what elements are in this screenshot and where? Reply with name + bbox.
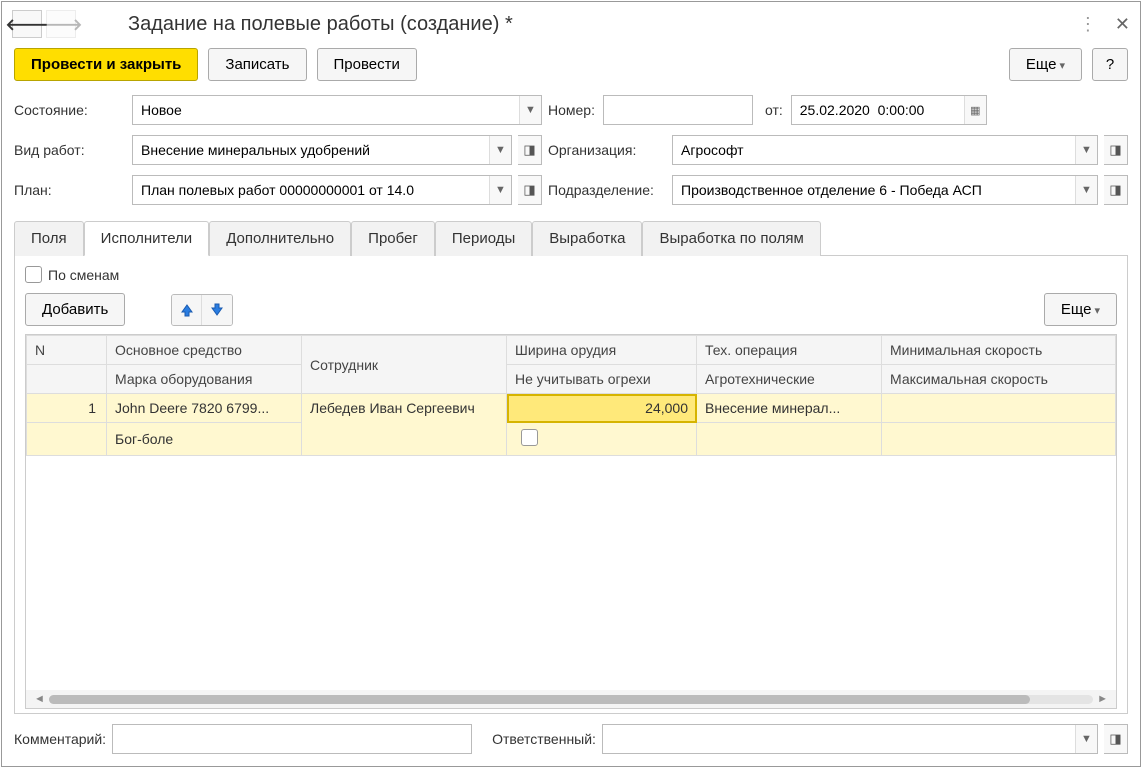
dropdown-icon[interactable]: ▼ (1075, 176, 1097, 204)
col-width[interactable]: Ширина орудия (507, 336, 697, 365)
department-input[interactable] (673, 176, 1075, 204)
horizontal-scrollbar[interactable]: ◄ ► (26, 690, 1116, 708)
cell-asset[interactable]: John Deere 7820 6799... (107, 394, 302, 423)
kebab-icon[interactable]: ⋮ (1079, 14, 1097, 35)
plan-label: План: (14, 182, 126, 198)
department-label: Подразделение: (548, 182, 664, 198)
col-equipment[interactable]: Марка оборудования (107, 365, 302, 394)
dropdown-icon[interactable]: ▼ (1075, 725, 1097, 753)
dropdown-icon[interactable]: ▼ (489, 176, 511, 204)
open-ref-icon[interactable]: ◨ (1104, 135, 1128, 165)
titlebar: 🡐 🡒 Задание на полевые работы (создание)… (2, 2, 1140, 46)
close-icon[interactable]: ✕ (1115, 14, 1130, 35)
dropdown-icon[interactable]: ▼ (519, 96, 541, 124)
tab-mileage[interactable]: Пробег (351, 221, 435, 256)
date-from-label: от: (765, 102, 783, 118)
table-row[interactable]: Бог-боле (27, 423, 1116, 456)
page-title: Задание на полевые работы (создание) * (128, 13, 1079, 36)
cell-agro[interactable] (697, 423, 882, 456)
date-input[interactable] (792, 96, 964, 124)
tab-additional[interactable]: Дополнительно (209, 221, 351, 256)
command-bar: Провести и закрыть Записать Провести Еще… (2, 46, 1140, 89)
tab-output-by-field[interactable]: Выработка по полям (642, 221, 820, 256)
more-button[interactable]: Еще (1009, 48, 1082, 81)
responsible-label: Ответственный: (492, 731, 596, 747)
col-max-speed[interactable]: Максимальная скорость (882, 365, 1116, 394)
by-shifts-label: По сменам (48, 267, 119, 283)
number-label: Номер: (548, 102, 595, 118)
table-more-button[interactable]: Еще (1044, 293, 1117, 326)
work-type-label: Вид работ: (14, 142, 126, 158)
organization-label: Организация: (548, 142, 664, 158)
organization-input[interactable] (673, 136, 1075, 164)
open-ref-icon[interactable]: ◨ (518, 175, 542, 205)
dropdown-icon[interactable]: ▼ (1075, 136, 1097, 164)
col-min-speed[interactable]: Минимальная скорость (882, 336, 1116, 365)
ignore-checkbox[interactable] (521, 429, 538, 446)
work-type-input[interactable] (133, 136, 489, 164)
dropdown-icon[interactable]: ▼ (489, 136, 511, 164)
cell-min-speed[interactable] (882, 394, 1116, 423)
plan-input[interactable] (133, 176, 489, 204)
responsible-input[interactable] (603, 725, 1075, 753)
add-row-button[interactable]: Добавить (25, 293, 125, 326)
executors-table: N Основное средство Сотрудник Ширина ору… (26, 335, 1116, 456)
open-ref-icon[interactable]: ◨ (518, 135, 542, 165)
cell-equipment[interactable]: Бог-боле (107, 423, 302, 456)
tabs: Поля Исполнители Дополнительно Пробег Пе… (14, 221, 1128, 256)
by-shifts-checkbox[interactable] (25, 266, 42, 283)
comment-label: Комментарий: (14, 731, 106, 747)
col-asset[interactable]: Основное средство (107, 336, 302, 365)
tab-fields[interactable]: Поля (14, 221, 84, 256)
comment-input[interactable] (113, 725, 471, 753)
col-operation[interactable]: Тех. операция (697, 336, 882, 365)
col-n[interactable]: N (27, 336, 107, 365)
tab-output[interactable]: Выработка (532, 221, 642, 256)
col-ignore[interactable]: Не учитывать огрехи (507, 365, 697, 394)
save-button[interactable]: Записать (208, 48, 306, 81)
move-down-button[interactable] (202, 295, 232, 325)
table-row[interactable]: 1 John Deere 7820 6799... Лебедев Иван С… (27, 394, 1116, 423)
post-and-close-button[interactable]: Провести и закрыть (14, 48, 198, 81)
state-label: Состояние: (14, 102, 126, 118)
col-employee[interactable]: Сотрудник (302, 336, 507, 394)
scroll-left-icon[interactable]: ◄ (30, 693, 49, 705)
cell-employee[interactable]: Лебедев Иван Сергеевич (302, 394, 507, 456)
open-ref-icon[interactable]: ◨ (1104, 175, 1128, 205)
open-ref-icon[interactable]: ◨ (1104, 724, 1128, 754)
tab-periods[interactable]: Периоды (435, 221, 532, 256)
nav-back-button[interactable]: 🡐 (12, 10, 42, 38)
post-button[interactable]: Провести (317, 48, 417, 81)
cell-ignore[interactable] (507, 423, 697, 456)
help-button[interactable]: ? (1092, 48, 1128, 81)
cell-max-speed[interactable] (882, 423, 1116, 456)
calendar-icon[interactable]: ▦ (964, 96, 986, 124)
nav-forward-button[interactable]: 🡒 (46, 10, 76, 38)
cell-n[interactable]: 1 (27, 394, 107, 423)
number-input[interactable] (604, 96, 752, 124)
col-agro[interactable]: Агротехнические (697, 365, 882, 394)
move-up-button[interactable] (172, 295, 202, 325)
cell-operation[interactable]: Внесение минерал... (697, 394, 882, 423)
tab-executors[interactable]: Исполнители (84, 221, 210, 256)
state-input[interactable] (133, 96, 519, 124)
scroll-right-icon[interactable]: ► (1093, 693, 1112, 705)
cell-width[interactable]: 24,000 (507, 394, 697, 423)
